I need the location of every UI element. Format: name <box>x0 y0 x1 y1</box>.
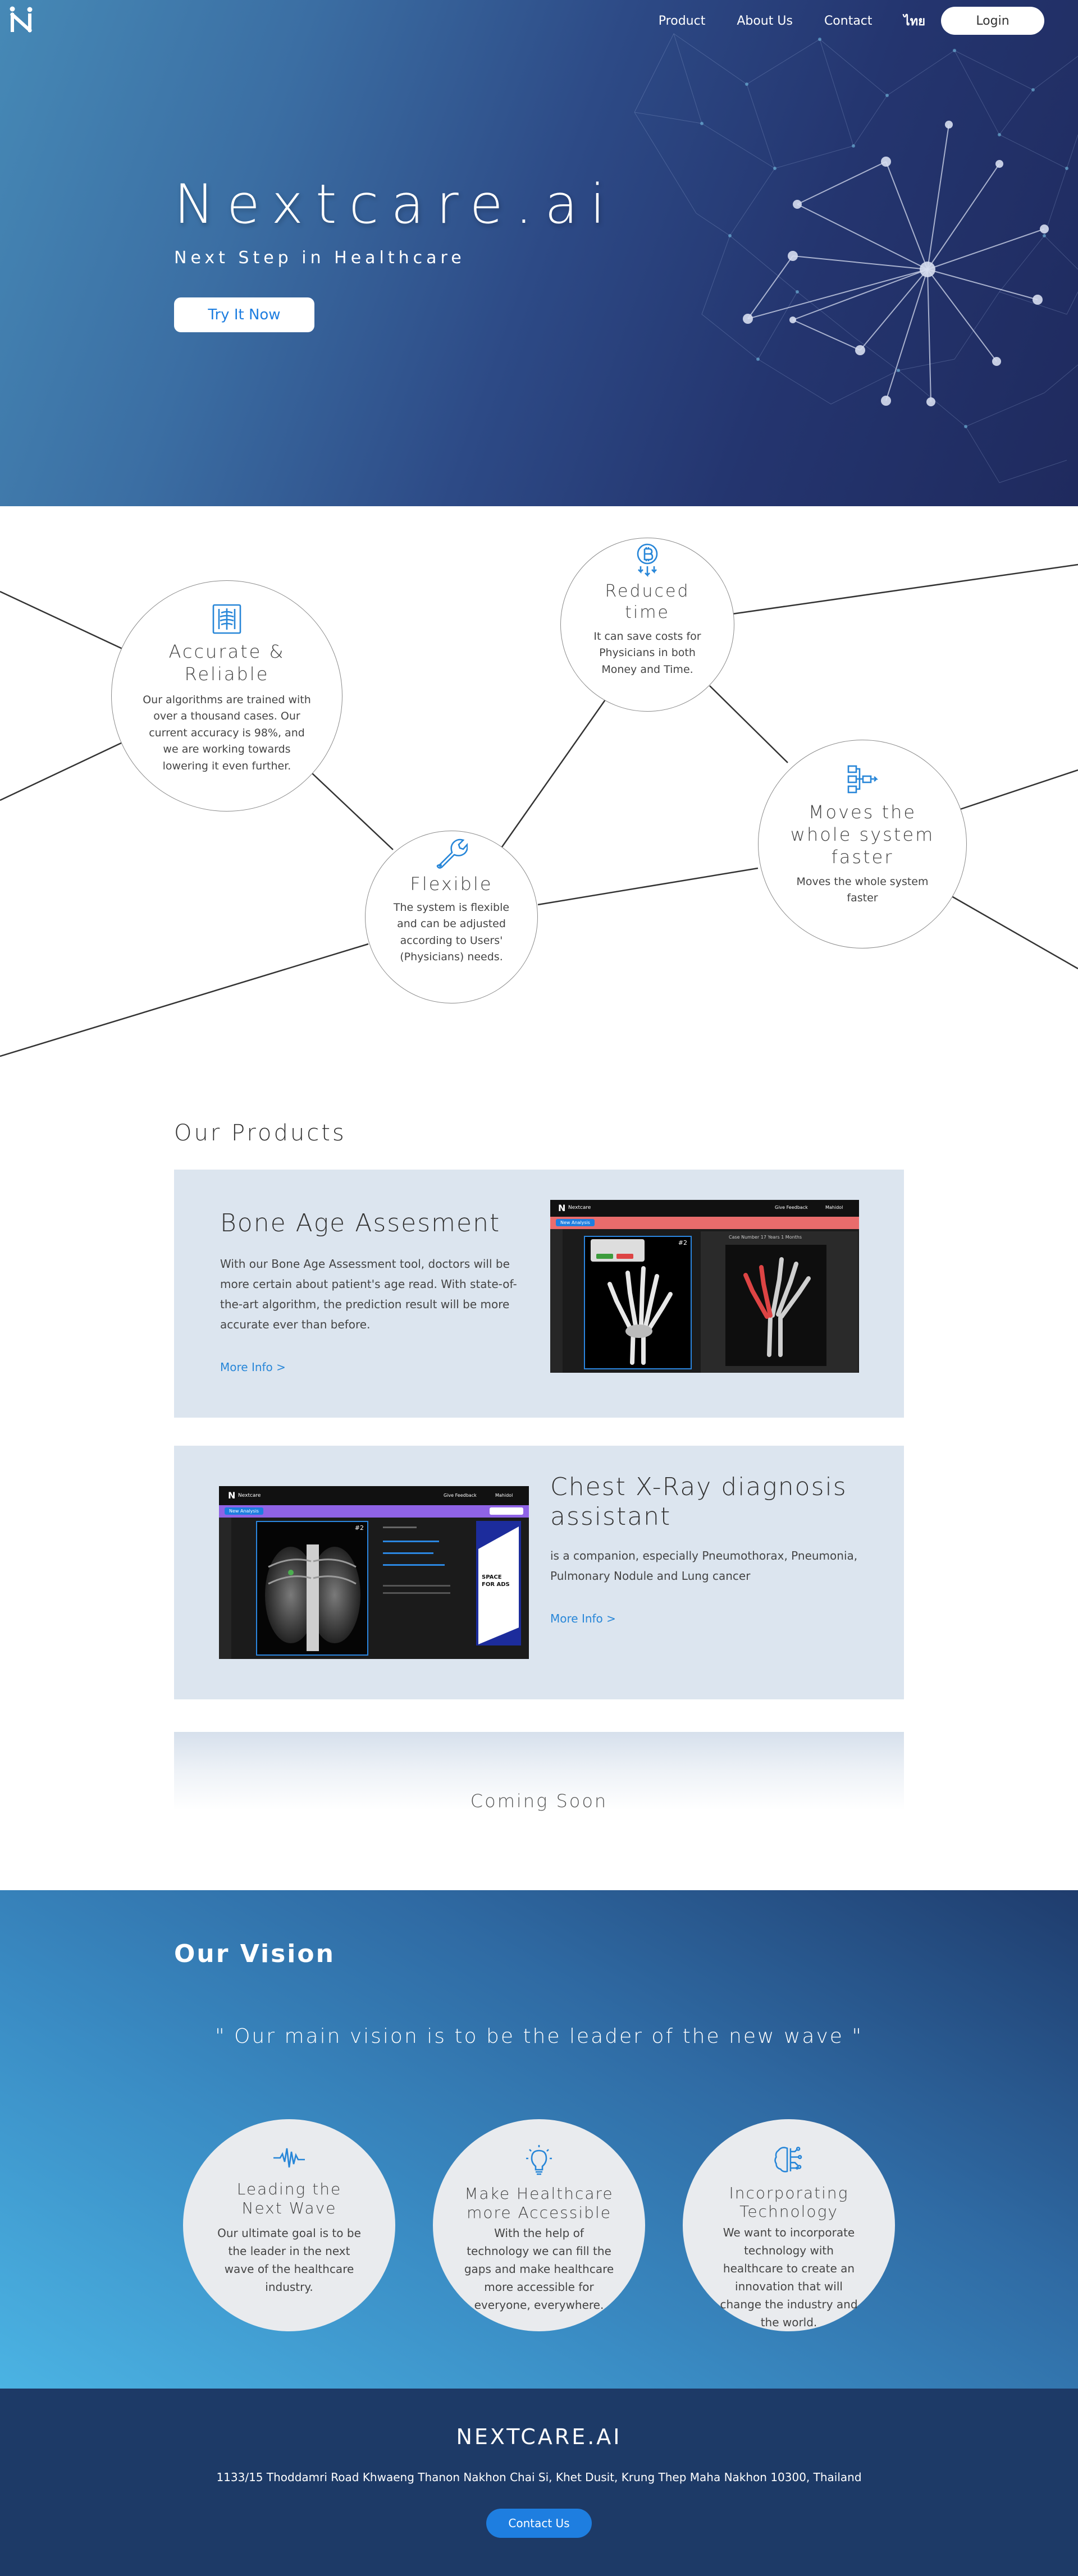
new-analysis-tab: New Analysis <box>225 1507 263 1515</box>
chest-xray-screenshot[interactable]: N Nextcare Give Feedback Mahidol New Ana… <box>219 1486 529 1659</box>
slot-number: #2 <box>678 1239 687 1246</box>
products-title: Our Products <box>174 1120 346 1146</box>
product-card-chest-xray: N Nextcare Give Feedback Mahidol New Ana… <box>174 1446 904 1699</box>
lightbulb-icon <box>526 2145 552 2175</box>
app-tabbar: New Analysis <box>219 1505 529 1518</box>
nav-contact[interactable]: Contact <box>824 14 873 28</box>
product-description: With our Bone Age Assessment tool, docto… <box>220 1257 517 1331</box>
chest-xray-image: #2 <box>256 1521 368 1656</box>
app-toolbar <box>219 1518 231 1659</box>
lungs-image <box>265 1544 360 1651</box>
vision-item-title: Leading the Next Wave <box>236 2180 342 2217</box>
footer-address: 1133/15 Thoddamri Road Khwaeng Thanon Na… <box>216 2470 862 2484</box>
more-info-link[interactable]: More Info > <box>550 1612 616 1625</box>
feature-moves-faster: Moves the whole system faster Moves the … <box>758 740 967 948</box>
feature-text: Our algorithms are trained with over a t… <box>143 694 311 772</box>
vision-item-title: Make Healthcare more Accessible <box>464 2184 614 2222</box>
nav-links: Product About Us Contact ไทย Login <box>659 7 1044 35</box>
language-switch[interactable]: ไทย <box>904 11 925 31</box>
feature-title: Moves the whole system faster <box>790 801 935 868</box>
vision-item-title: Incorporating Technology <box>729 2183 849 2221</box>
vision-section: Our Vision " Our main vision is to be th… <box>0 1890 1078 2389</box>
vision-item-text: We want to incorporate technology with h… <box>720 2226 858 2329</box>
feature-accurate-reliable: Accurate & Reliable Our algorithms are t… <box>111 580 342 812</box>
feedback-button: Give Feedback <box>775 1205 808 1210</box>
coming-soon-card: Coming Soon <box>174 1732 904 1812</box>
ad-banner: SPACE FOR ADS <box>476 1521 521 1645</box>
app-logo-icon: N <box>558 1203 566 1213</box>
xray-hand-right-panel: Case Number 17 Years 1 Months <box>701 1231 858 1373</box>
app-header: N Nextcare Give Feedback Mahidol <box>550 1200 859 1217</box>
feature-reduced-time: Reduced time It can save costs for Physi… <box>560 538 734 712</box>
slot-number: #2 <box>354 1524 364 1532</box>
more-info-link[interactable]: More Info > <box>220 1360 286 1374</box>
wrench-icon <box>436 838 468 869</box>
nextcare-logo[interactable] <box>8 4 36 34</box>
try-it-now-button[interactable]: Try It Now <box>174 297 314 332</box>
nav-about-us[interactable]: About Us <box>737 14 793 28</box>
vision-item-text: Our ultimate goal is to be the leader in… <box>217 2226 361 2294</box>
product-title: Chest X-Ray diagnosis assistant <box>550 1473 847 1531</box>
app-brand: Nextcare <box>568 1205 591 1211</box>
reference-xray <box>725 1245 826 1366</box>
hand-bones-image <box>607 1266 673 1365</box>
app-brand: Nextcare <box>238 1493 261 1498</box>
xray-hand-left: #2 <box>584 1236 692 1369</box>
network-graphic <box>634 33 1078 483</box>
feature-flexible: Flexible The system is flexible and can … <box>365 831 538 1003</box>
xray-icon <box>212 604 241 634</box>
coming-soon-label: Coming Soon <box>470 1790 608 1812</box>
feedback-button: Give Feedback <box>444 1493 477 1498</box>
feature-title: Flexible <box>410 873 493 895</box>
new-analysis-tab: New Analysis <box>556 1219 595 1226</box>
feature-title: Accurate & Reliable <box>168 641 285 685</box>
vision-quote: " Our main vision is to be the leader of… <box>215 2025 863 2048</box>
case-label: Case Number 17 Years 1 Months <box>729 1235 802 1240</box>
brain-circuit-icon <box>774 2147 802 2172</box>
vision-item-accessible: Make Healthcare more Accessible With the… <box>433 2119 645 2331</box>
footer-brand: NEXTCARE.AI <box>456 2424 622 2449</box>
app-header: N Nextcare Give Feedback Mahidol <box>219 1486 529 1505</box>
reject-chip <box>616 1254 633 1259</box>
app-toolbar <box>550 1229 563 1373</box>
vision-title: Our Vision <box>174 1940 335 1968</box>
bitcoin-down-icon <box>637 543 658 577</box>
info-button <box>490 1507 523 1515</box>
app-logo-icon: N <box>228 1490 236 1501</box>
nav-product[interactable]: Product <box>659 14 706 28</box>
vision-item-technology: Incorporating Technology We want to inco… <box>683 2119 895 2331</box>
bone-age-screenshot[interactable]: N Nextcare Give Feedback Mahidol New Ana… <box>550 1200 859 1373</box>
login-button[interactable]: Login <box>941 7 1044 35</box>
feature-text: The system is flexible and can be adjust… <box>393 901 510 964</box>
workflow-icon <box>847 765 879 794</box>
wave-icon <box>273 2148 305 2168</box>
contact-us-button[interactable]: Contact Us <box>486 2509 592 2538</box>
user-menu: Mahidol <box>495 1493 513 1498</box>
vision-item-text: With the help of technology we can fill … <box>464 2226 614 2312</box>
hero-title: Nextcare.ai <box>174 173 618 236</box>
product-description: is a companion, especially Pneumothorax,… <box>550 1549 858 1583</box>
findings-panel <box>383 1524 462 1648</box>
feature-text: It can save costs for Physicians in both… <box>593 630 701 676</box>
footer: NEXTCARE.AI 1133/15 Thoddamri Road Khwae… <box>0 2389 1078 2576</box>
product-title: Bone Age Assesment <box>220 1209 501 1237</box>
feature-text: Moves the whole system faster <box>796 876 929 905</box>
feature-title: Reduced time <box>605 581 690 622</box>
features-section: Accurate & Reliable Our algorithms are t… <box>0 506 1078 1067</box>
accept-chip <box>596 1254 613 1259</box>
vision-item-leading: Leading the Next Wave Our ultimate goal … <box>183 2119 395 2331</box>
app-tabbar: New Analysis <box>550 1217 859 1229</box>
top-nav: Product About Us Contact ไทย Login <box>0 0 1078 38</box>
product-card-bone-age: Bone Age Assesment With our Bone Age Ass… <box>174 1170 904 1418</box>
ad-text: SPACE FOR ADS <box>482 1574 510 1588</box>
hero-subtitle: Next Step in Healthcare <box>174 248 465 268</box>
user-menu: Mahidol <box>825 1205 843 1210</box>
prediction-popup <box>591 1239 645 1262</box>
hand-bones-reference <box>743 1257 811 1357</box>
hero-section: Nextcare.ai Next Step in Healthcare Try … <box>0 0 1078 506</box>
